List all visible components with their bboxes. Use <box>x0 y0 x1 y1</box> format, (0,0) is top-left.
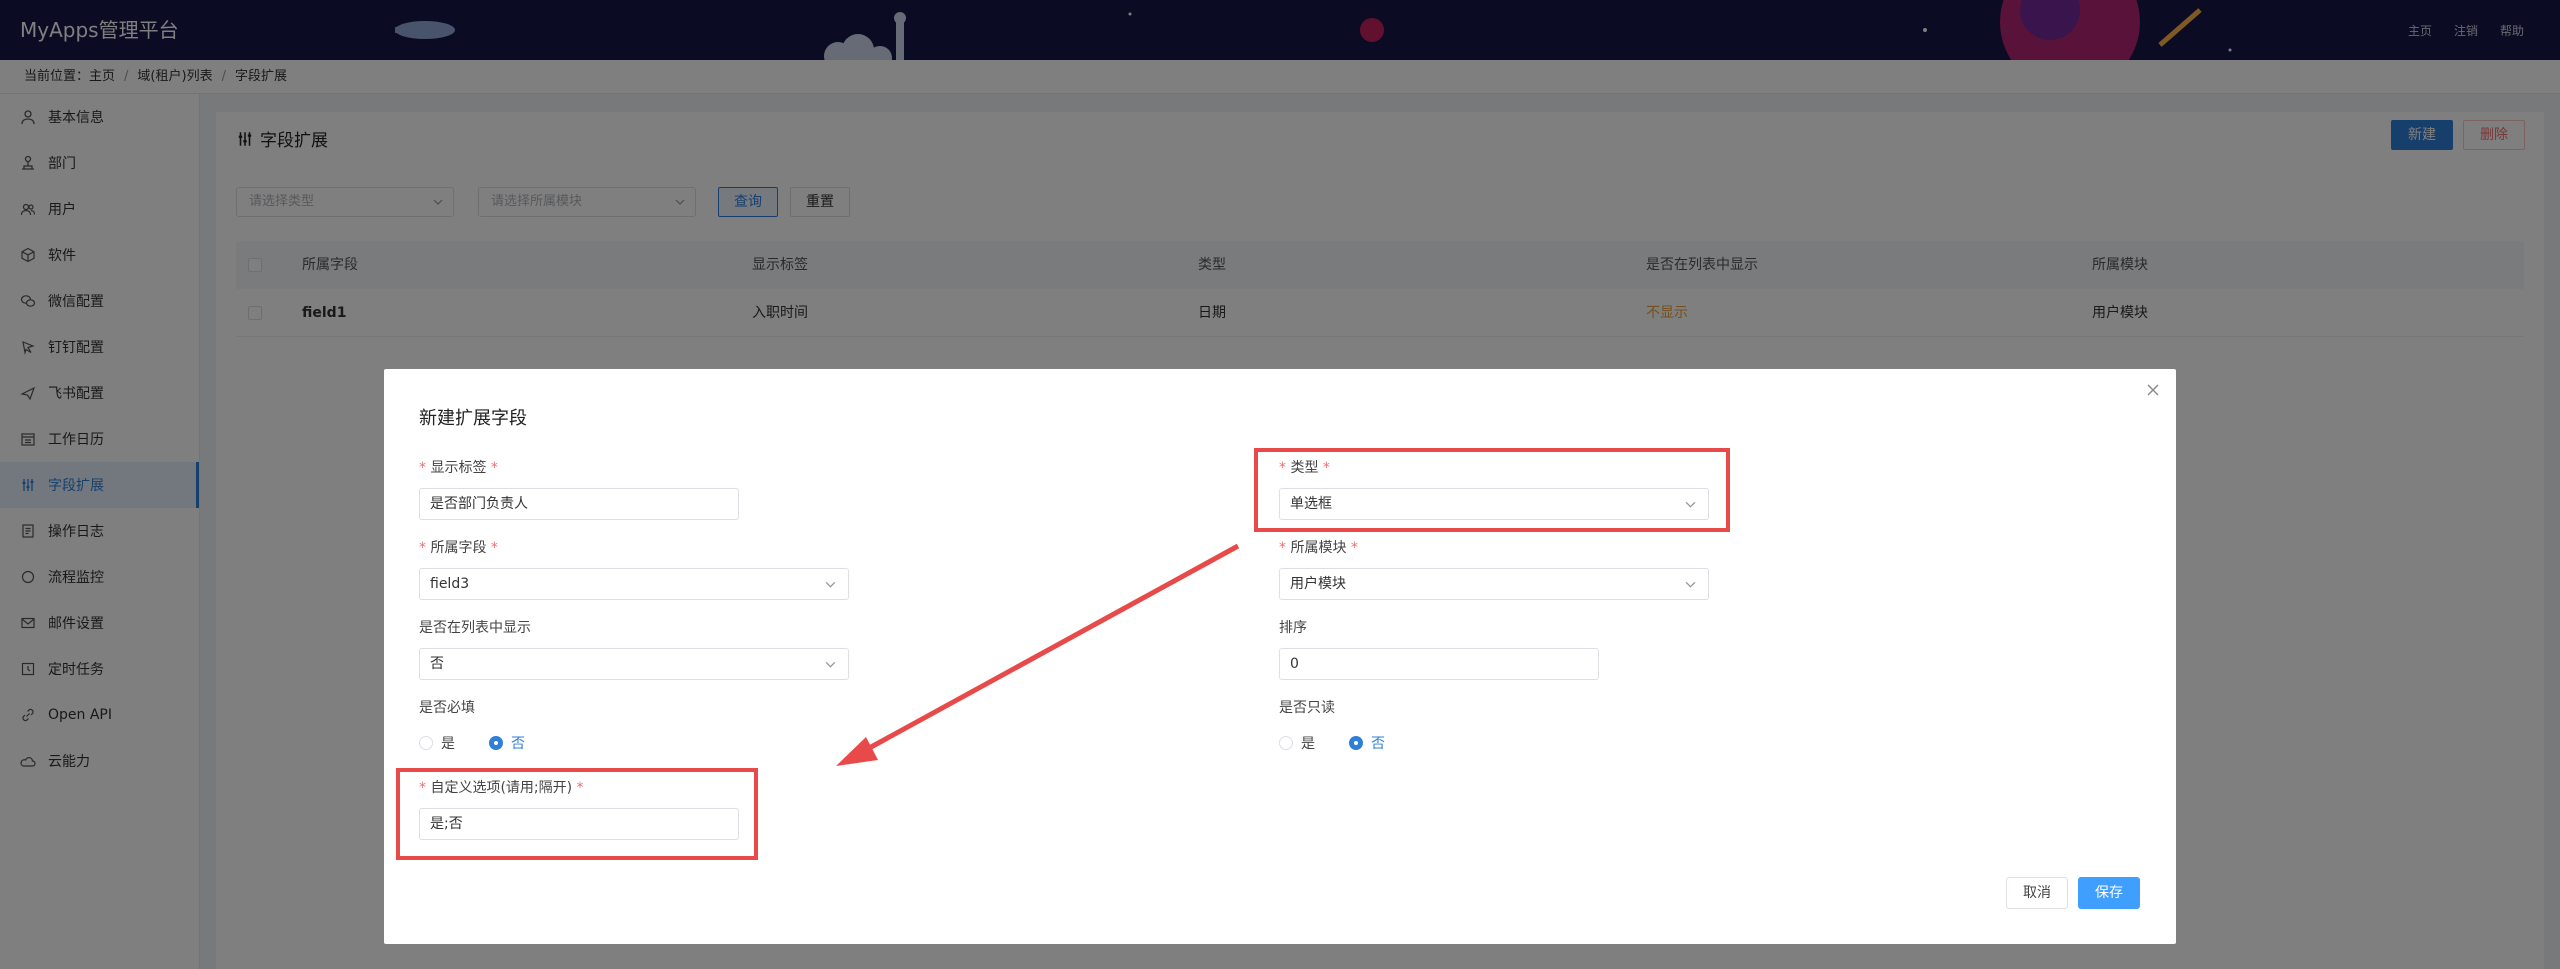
annotation-arrow <box>836 543 1240 766</box>
